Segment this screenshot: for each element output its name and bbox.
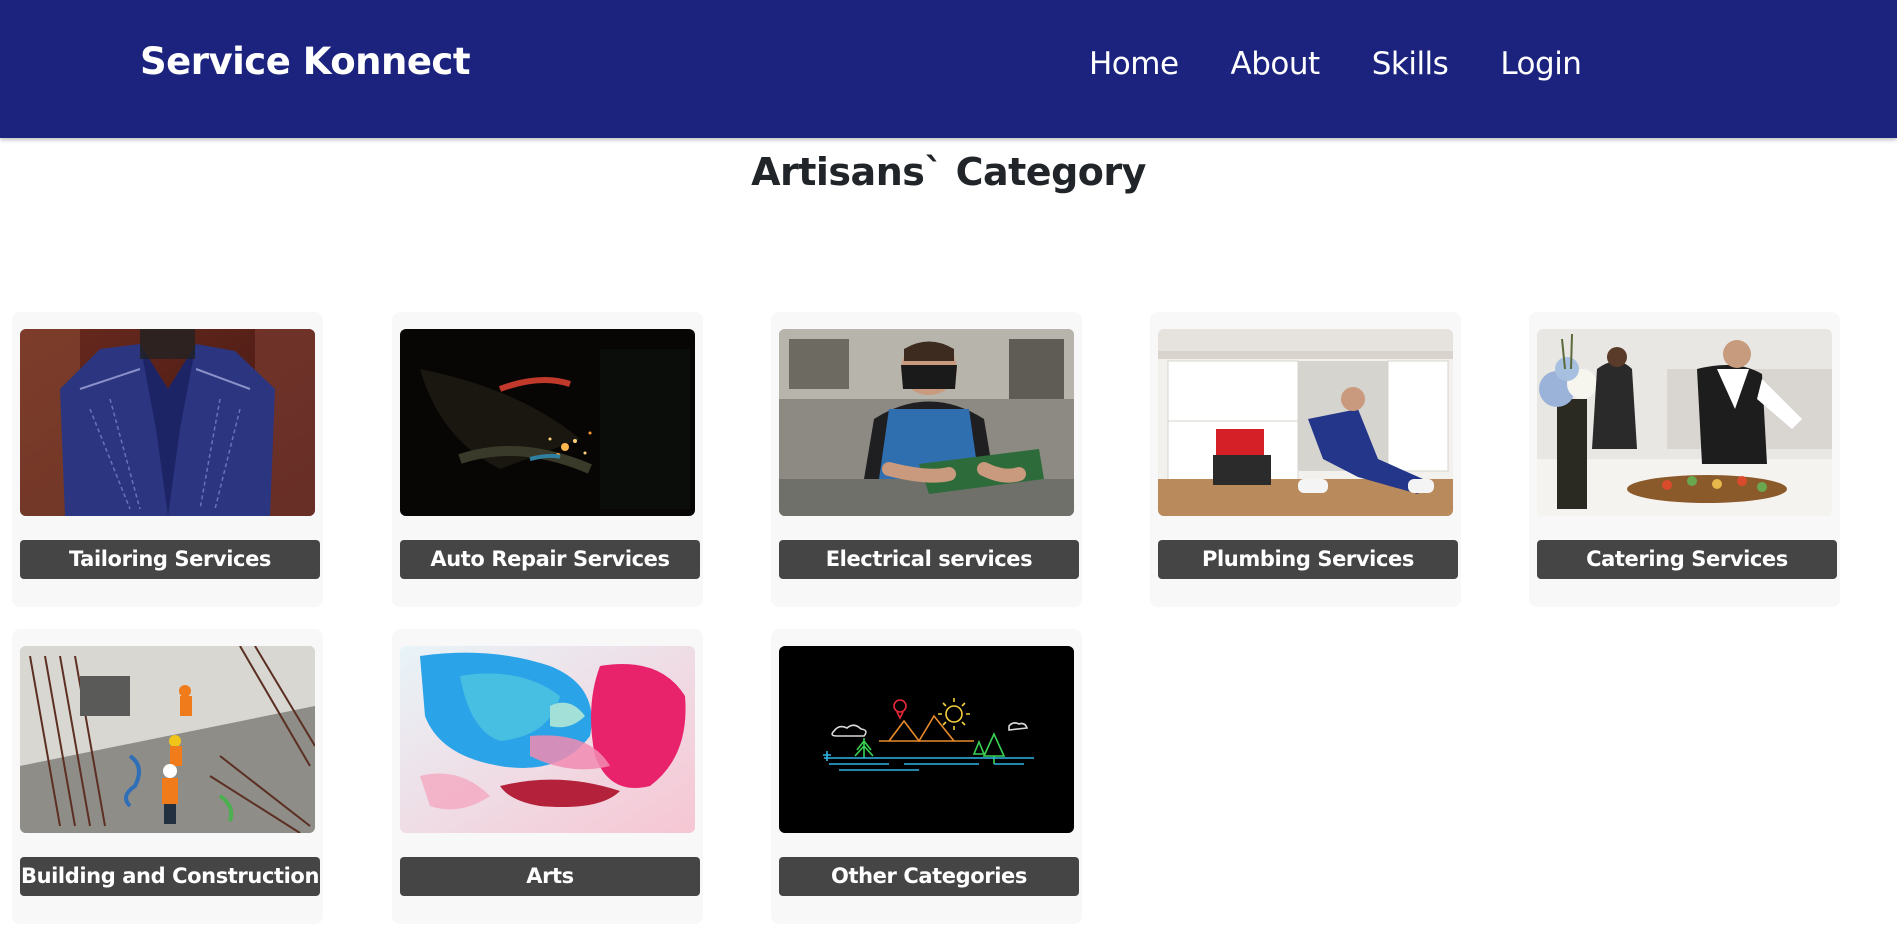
nav-link-skills[interactable]: Skills <box>1372 46 1449 82</box>
navbar: Service Konnect Home About Skills Login <box>0 0 1897 138</box>
electrical-image[interactable] <box>779 329 1074 516</box>
category-card-arts[interactable]: Arts <box>392 629 703 924</box>
category-button-arts[interactable]: Arts <box>400 857 700 896</box>
category-button-electrical[interactable]: Electrical services <box>779 540 1079 579</box>
category-button-construction[interactable]: Building and Construction <box>20 857 320 896</box>
category-button-auto-repair[interactable]: Auto Repair Services <box>400 540 700 579</box>
nav-link-login[interactable]: Login <box>1500 46 1582 82</box>
category-card-other[interactable]: Other Categories <box>771 629 1082 924</box>
category-card-tailoring[interactable]: Tailoring Services <box>12 312 323 607</box>
brand-logo[interactable]: Service Konnect <box>140 40 471 83</box>
category-card-plumbing[interactable]: Plumbing Services <box>1150 312 1461 607</box>
nav-link-home[interactable]: Home <box>1089 46 1179 82</box>
category-button-plumbing[interactable]: Plumbing Services <box>1158 540 1458 579</box>
construction-image[interactable] <box>20 646 315 833</box>
arts-image[interactable] <box>400 646 695 833</box>
nav-link-about[interactable]: About <box>1231 46 1321 82</box>
catering-image[interactable] <box>1537 329 1832 516</box>
other-categories-image[interactable] <box>779 646 1074 833</box>
plumbing-image[interactable] <box>1158 329 1453 516</box>
category-card-catering[interactable]: Catering Services <box>1529 312 1840 607</box>
tailoring-image[interactable] <box>20 329 315 516</box>
category-card-construction[interactable]: Building and Construction <box>12 629 323 924</box>
category-button-tailoring[interactable]: Tailoring Services <box>20 540 320 579</box>
category-button-catering[interactable]: Catering Services <box>1537 540 1837 579</box>
category-button-other[interactable]: Other Categories <box>779 857 1079 896</box>
nav-links: Home About Skills Login <box>1089 46 1633 82</box>
category-card-auto-repair[interactable]: Auto Repair Services <box>392 312 703 607</box>
category-card-electrical[interactable]: Electrical services <box>771 312 1082 607</box>
auto-repair-image[interactable] <box>400 329 695 516</box>
page-title: Artisans` Category <box>751 150 1146 194</box>
